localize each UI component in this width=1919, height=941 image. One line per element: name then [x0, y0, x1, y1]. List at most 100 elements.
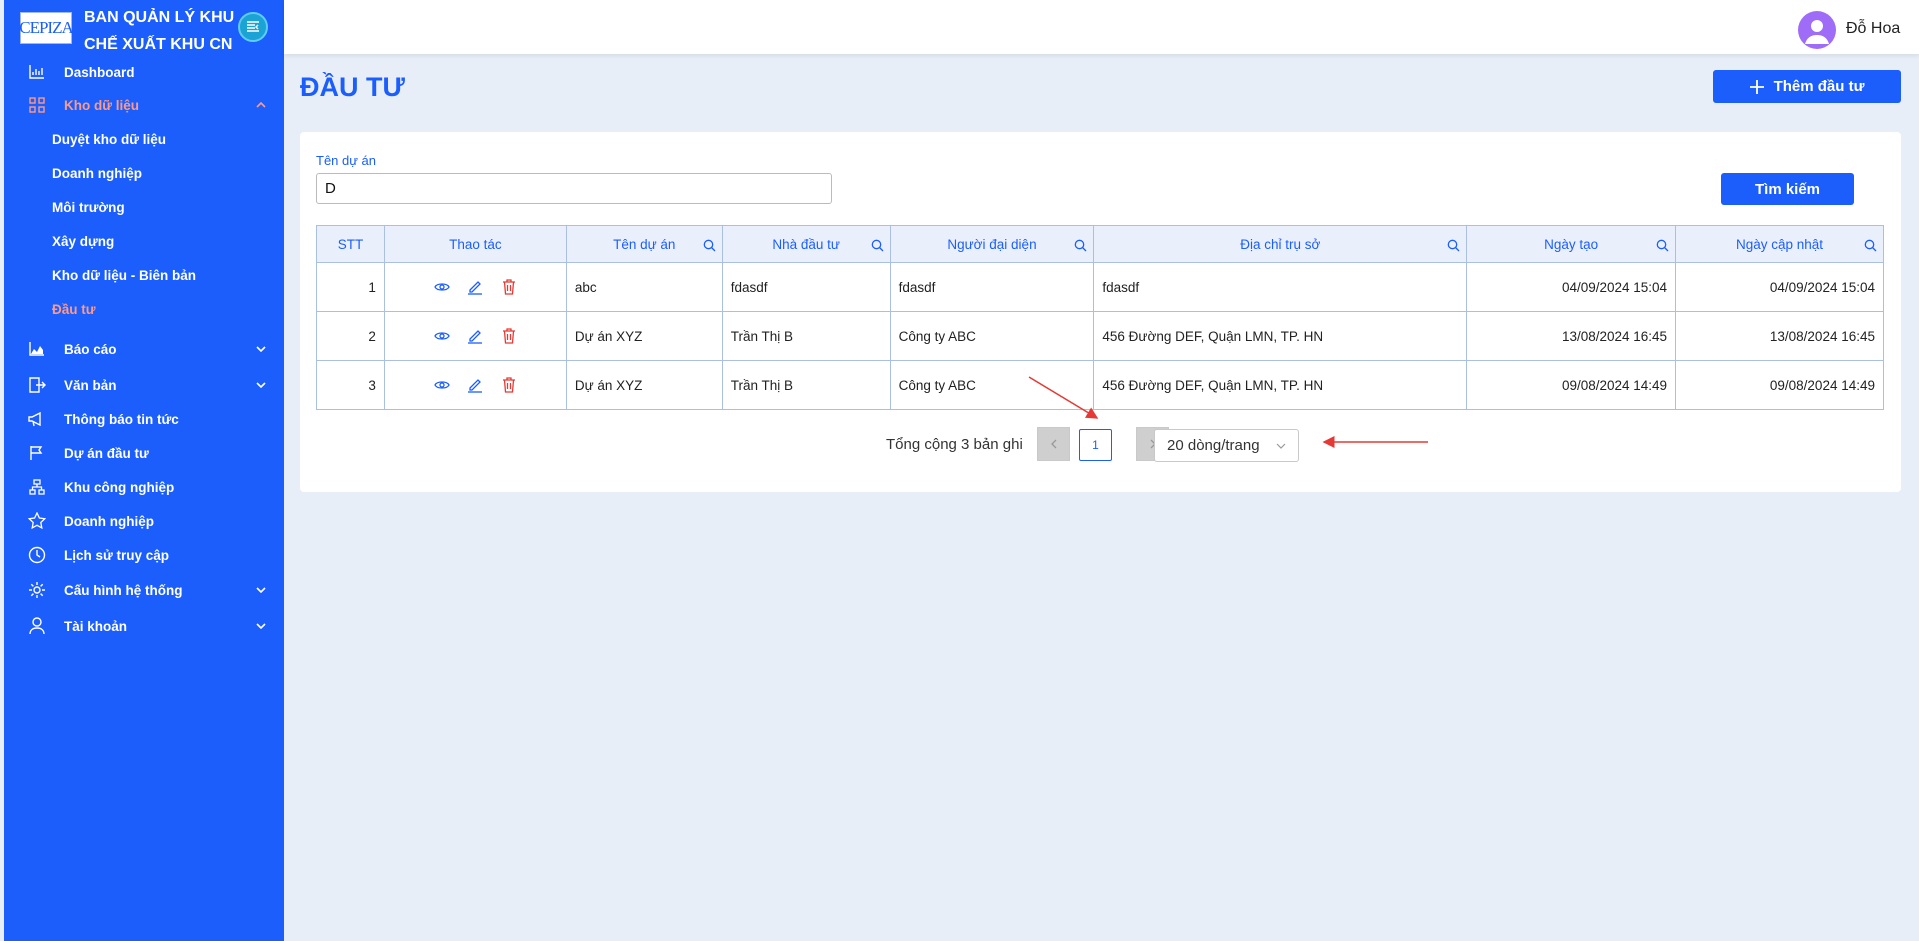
cell-updated: 04/09/2024 15:04 [1675, 262, 1884, 312]
chevron-down-icon [256, 382, 266, 389]
logo: CEPIZA [19, 12, 74, 44]
table-row: 1 abc fdasdf fdasdf fdasdf 04/09/2024 15… [316, 262, 1884, 312]
chevron-down-icon [256, 623, 266, 630]
sidebar-item-van-ban[interactable]: Văn bản [4, 368, 284, 402]
sidebar-item-tai-khoan[interactable]: Tài khoản [4, 608, 284, 644]
edit-icon[interactable] [467, 328, 483, 344]
column-header-address: Địa chỉ trụ sở [1093, 225, 1468, 263]
edit-icon[interactable] [467, 377, 483, 393]
menu-collapse-icon [247, 21, 259, 32]
cell-representative: fdasdf [889, 262, 1095, 312]
column-header-representative: Người đại diện [889, 225, 1095, 263]
page-number-current[interactable]: 1 [1079, 429, 1112, 461]
table-row: 3 Dự án XYZ Trần Thị B Công ty ABC 456 Đ… [316, 360, 1884, 410]
eye-icon[interactable] [433, 279, 450, 295]
search-icon[interactable] [703, 239, 716, 252]
org-chart-icon [28, 478, 46, 496]
search-icon[interactable] [1447, 239, 1460, 252]
main-content: Đỗ Hoa ĐẦU TƯ Thêm đầu tư Tên dự án D Tì… [284, 0, 1919, 941]
brand-name: BAN QUẢN LÝ KHU CHẾ XUẤT KHU CN [84, 9, 235, 53]
prev-page-button[interactable] [1037, 427, 1070, 461]
search-icon[interactable] [1864, 239, 1877, 252]
chevron-down-icon [256, 346, 266, 353]
total-records: Tổng cộng 3 bản ghi [886, 436, 1023, 453]
username[interactable]: Đỗ Hoa [1846, 20, 1900, 38]
cell-stt: 1 [316, 262, 385, 312]
sidebar-item-label: Thông báo tin tức [64, 411, 179, 427]
search-icon[interactable] [871, 239, 884, 252]
avatar[interactable] [1798, 11, 1836, 49]
add-button-label: Thêm đầu tư [1773, 78, 1865, 95]
sidebar-subitem-doanh-nghiep[interactable]: Doanh nghiệp [4, 156, 284, 190]
table-header-row: STT Thao tác Tên dự án Nhà đầu tư Người … [316, 225, 1884, 263]
bar-chart-icon [28, 63, 46, 81]
column-label: Người đại diện [947, 236, 1037, 252]
sidebar-item-label: Báo cáo [64, 341, 117, 357]
cell-stt: 2 [316, 311, 385, 361]
sidebar-item-kho-du-lieu[interactable]: Kho dữ liệu [4, 88, 284, 122]
cell-actions [383, 360, 567, 410]
cell-investor: Trần Thị B [721, 311, 891, 361]
column-header-actions: Thao tác [383, 225, 567, 263]
page-size-value: 20 dòng/trang [1167, 437, 1260, 454]
project-name-label: Tên dự án [316, 153, 377, 168]
eye-icon[interactable] [433, 377, 450, 393]
column-header-project-name: Tên dự án [565, 225, 723, 263]
search-icon[interactable] [1074, 239, 1087, 252]
add-investment-button[interactable]: Thêm đầu tư [1713, 70, 1901, 103]
sidebar-item-label: Doanh nghiệp [64, 513, 154, 529]
sidebar-subitem-duyet-kho[interactable]: Duyệt kho dữ liệu [4, 122, 284, 156]
content-card: Tên dự án D Tìm kiếm STT Thao tác Tên dự… [300, 132, 1901, 492]
cell-actions [383, 311, 567, 361]
sidebar-item-du-an-dau-tu[interactable]: Dự án đầu tư [4, 436, 284, 470]
sidebar-item-label: Văn bản [64, 377, 117, 393]
sidebar-toggle-button[interactable] [238, 12, 268, 42]
page-size-select[interactable]: 20 dòng/trang [1154, 429, 1299, 462]
sidebar-subitem-xay-dung[interactable]: Xây dựng [4, 224, 284, 258]
cell-address: 456 Đường DEF, Quận LMN, TP. HN [1093, 360, 1468, 410]
sidebar-item-label: Khu công nghiệp [64, 479, 175, 495]
eye-icon[interactable] [433, 328, 450, 344]
cell-actions [383, 262, 567, 312]
edit-icon[interactable] [467, 279, 483, 295]
search-icon[interactable] [1656, 239, 1669, 252]
sidebar-item-cau-hinh[interactable]: Cấu hình hệ thống [4, 572, 284, 608]
column-label: Nhà đầu tư [772, 236, 840, 252]
cell-project-name: Dự án XYZ [565, 360, 723, 410]
sidebar-subitem-moi-truong[interactable]: Môi trường [4, 190, 284, 224]
cell-address: fdasdf [1093, 262, 1468, 312]
search-button[interactable]: Tìm kiếm [1721, 173, 1854, 205]
table-row: 2 Dự án XYZ Trần Thị B Công ty ABC 456 Đ… [316, 311, 1884, 361]
column-header-updated: Ngày cập nhật [1675, 225, 1884, 263]
cell-created: 04/09/2024 15:04 [1466, 262, 1677, 312]
sidebar-item-dashboard[interactable]: Dashboard [4, 56, 284, 88]
user-avatar-icon [1805, 20, 1829, 44]
chevron-down-icon [1276, 443, 1286, 449]
column-label: Ngày cập nhật [1736, 236, 1824, 252]
cell-stt: 3 [316, 360, 385, 410]
trash-icon[interactable] [501, 328, 517, 344]
sidebar-item-lich-su[interactable]: Lịch sử truy cập [4, 538, 284, 572]
sidebar-subitem-dau-tu[interactable]: Đầu tư [4, 292, 284, 326]
cell-updated: 13/08/2024 16:45 [1675, 311, 1884, 361]
sidebar-item-thong-bao[interactable]: Thông báo tin tức [4, 402, 284, 436]
column-header-created: Ngày tạo [1466, 225, 1677, 263]
trash-icon[interactable] [501, 279, 517, 295]
cell-created: 13/08/2024 16:45 [1466, 311, 1677, 361]
sidebar-item-label: Dashboard [64, 64, 135, 80]
sidebar-item-bao-cao[interactable]: Báo cáo [4, 330, 284, 368]
megaphone-icon [28, 410, 46, 428]
column-label: Địa chỉ trụ sở [1240, 236, 1321, 252]
sidebar-subitem-bien-ban[interactable]: Kho dữ liệu - Biên bản [4, 258, 284, 292]
column-label: Tên dự án [613, 236, 676, 252]
trash-icon[interactable] [501, 377, 517, 393]
project-name-input[interactable]: D [316, 173, 832, 204]
sidebar-item-doanh-nghiep[interactable]: Doanh nghiệp [4, 504, 284, 538]
sidebar-item-label: Dự án đầu tư [64, 445, 149, 461]
chevron-up-icon [256, 101, 266, 108]
sidebar-item-khu-cong-nghiep[interactable]: Khu công nghiệp [4, 470, 284, 504]
column-header-stt: STT [316, 225, 385, 263]
pagination: Tổng cộng 3 bản ghi 1 20 dòng/trang [300, 427, 1901, 462]
clock-icon [28, 546, 46, 564]
cell-representative: Công ty ABC [889, 360, 1095, 410]
